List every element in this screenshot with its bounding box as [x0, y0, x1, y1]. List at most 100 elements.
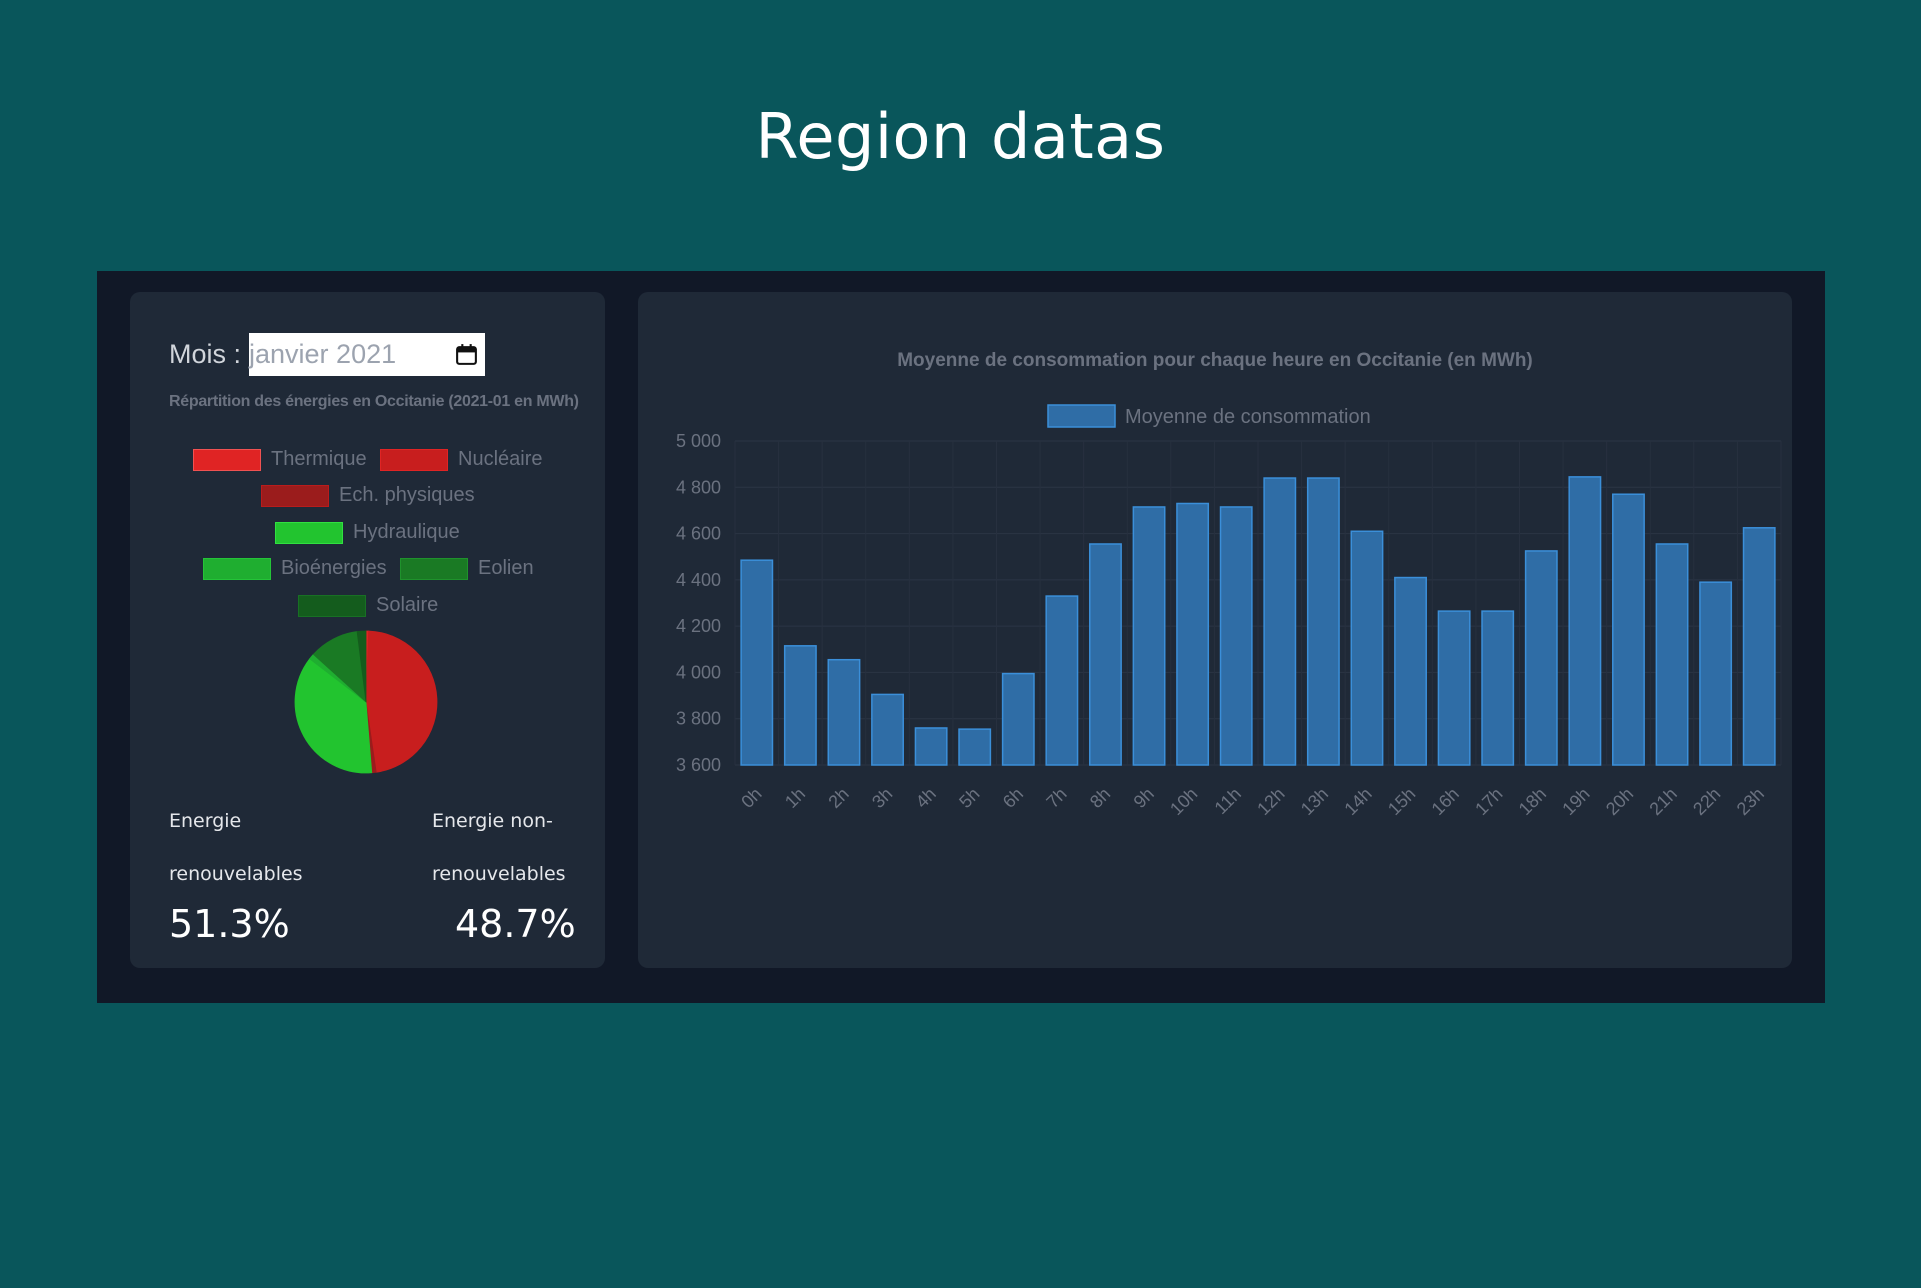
- legend-label: Bioénergies: [281, 557, 387, 579]
- y-tick-label: 4 000: [676, 662, 721, 682]
- x-tick-label: 21h: [1645, 784, 1680, 819]
- bar-19h[interactable]: [1568, 476, 1602, 766]
- x-tick-label: 4h: [912, 784, 940, 812]
- legend-swatch: [380, 448, 448, 471]
- legend-item-solaire[interactable]: Solaire: [298, 594, 438, 617]
- legend-swatch: [400, 557, 468, 580]
- legend-label: Solaire: [376, 594, 439, 616]
- bar-6h[interactable]: [1001, 672, 1035, 766]
- legend-item-eolien[interactable]: Eolien: [400, 557, 534, 580]
- bar-17h[interactable]: [1481, 610, 1515, 766]
- legend-item-bioenergies[interactable]: Bioénergies: [203, 557, 387, 580]
- x-tick-label: 2h: [824, 784, 852, 812]
- bar-18h[interactable]: [1524, 550, 1558, 766]
- legend-swatch: [203, 557, 271, 580]
- renewable-label-line2: renouvelables: [169, 863, 303, 885]
- month-input[interactable]: janvier 2021: [249, 332, 486, 376]
- legend-swatch: [275, 521, 343, 544]
- legend-label: Hydraulique: [353, 521, 460, 543]
- consumption-panel: Moyenne de consommation pour chaque heur…: [638, 292, 1792, 968]
- bar-15h[interactable]: [1394, 576, 1427, 766]
- bar-21h[interactable]: [1655, 543, 1689, 766]
- legend-item-hydraulique[interactable]: Hydraulique: [275, 521, 460, 544]
- x-tick-label: 17h: [1471, 784, 1506, 819]
- bar-7h[interactable]: [1045, 595, 1079, 766]
- y-tick-label: 3 600: [676, 755, 721, 775]
- bar-10h[interactable]: [1176, 502, 1210, 766]
- x-tick-label: 3h: [868, 784, 896, 812]
- bar-chart-title: Moyenne de consommation pour chaque heur…: [897, 350, 1533, 371]
- legend-item-nucleaire[interactable]: Nucléaire: [380, 448, 542, 471]
- x-tick-label: 7h: [1042, 784, 1070, 812]
- renewable-label-line1: Energie: [169, 810, 242, 832]
- legend-swatch: [298, 594, 366, 617]
- bar-3h[interactable]: [871, 693, 904, 766]
- month-label: Mois :: [169, 338, 242, 369]
- bar-chart-legend[interactable]: Moyenne de consommation: [1047, 404, 1371, 428]
- y-tick-label: 4 200: [676, 616, 721, 636]
- y-tick-label: 5 000: [676, 431, 721, 451]
- x-tick-label: 15h: [1384, 784, 1419, 819]
- x-tick-label: 10h: [1166, 784, 1201, 819]
- legend-swatch: [261, 484, 329, 507]
- bar-13h[interactable]: [1306, 477, 1340, 766]
- x-tick-label: 0h: [737, 784, 765, 812]
- page-title: Region datas: [755, 100, 1166, 173]
- x-tick-label: 13h: [1297, 784, 1332, 819]
- x-tick-label: 6h: [999, 784, 1027, 812]
- bar-0h[interactable]: [740, 559, 774, 766]
- bar-8h[interactable]: [1089, 543, 1122, 766]
- bar-9h[interactable]: [1132, 506, 1166, 766]
- legend-item-ech-physiques[interactable]: Ech. physiques: [261, 484, 475, 507]
- legend-item-thermique[interactable]: Thermique: [193, 448, 367, 471]
- dashboard-container: Mois : janvier 2021 Répartition des éner…: [97, 271, 1825, 1003]
- bar-22h[interactable]: [1699, 581, 1733, 766]
- legend-label: Ech. physiques: [339, 484, 475, 506]
- pie-slice-nucl-aire[interactable]: [365, 630, 438, 773]
- x-tick-label: 14h: [1340, 784, 1375, 819]
- x-tick-label: 16h: [1428, 784, 1463, 819]
- bar-4h[interactable]: [914, 727, 948, 766]
- bar-23h[interactable]: [1742, 527, 1776, 766]
- y-tick-label: 4 400: [676, 570, 721, 590]
- bar-2h[interactable]: [827, 658, 861, 766]
- y-tick-label: 4 600: [676, 524, 721, 544]
- month-input-value: janvier 2021: [249, 338, 397, 369]
- legend-label: Nucléaire: [458, 448, 543, 470]
- renewable-value: 51.3%: [169, 902, 290, 946]
- bar-16h[interactable]: [1437, 610, 1471, 766]
- nonrenewable-value: 48.7%: [455, 902, 576, 946]
- x-tick-label: 8h: [1086, 784, 1114, 812]
- x-tick-label: 1h: [781, 784, 809, 812]
- nonrenewable-label-line2: renouvelables: [432, 863, 566, 885]
- bar-1h[interactable]: [783, 645, 817, 766]
- x-tick-label: 19h: [1558, 784, 1593, 819]
- bar-14h[interactable]: [1350, 530, 1384, 766]
- x-tick-label: 22h: [1689, 784, 1724, 819]
- y-tick-label: 3 800: [676, 709, 721, 729]
- legend-label: Thermique: [271, 448, 367, 470]
- legend-label: Moyenne de consommation: [1125, 406, 1371, 428]
- energy-pie-chart[interactable]: [293, 629, 439, 775]
- bar-12h[interactable]: [1263, 477, 1297, 766]
- bar-20h[interactable]: [1612, 493, 1645, 766]
- legend-swatch: [1047, 404, 1116, 428]
- x-tick-label: 9h: [1130, 784, 1158, 812]
- x-tick-label: 23h: [1733, 784, 1768, 819]
- x-tick-label: 20h: [1602, 784, 1637, 819]
- x-tick-label: 18h: [1515, 784, 1550, 819]
- pie-chart-title: Répartition des énergies en Occitanie (2…: [169, 393, 579, 410]
- bar-5h[interactable]: [958, 728, 992, 766]
- nonrenewable-label-line1: Energie non-: [432, 810, 553, 832]
- x-tick-label: 11h: [1211, 784, 1245, 818]
- y-tick-label: 4 800: [676, 477, 721, 497]
- calendar-icon[interactable]: [454, 342, 479, 367]
- hourly-consumption-bar-chart[interactable]: Moyenne de consommation pour chaque heur…: [638, 292, 1792, 968]
- energy-mix-panel: Mois : janvier 2021 Répartition des éner…: [130, 292, 605, 968]
- x-tick-label: 5h: [955, 784, 983, 812]
- legend-swatch: [193, 448, 261, 471]
- month-filter: Mois : janvier 2021: [169, 332, 486, 376]
- legend-label: Eolien: [478, 557, 534, 579]
- bar-11h[interactable]: [1219, 506, 1253, 766]
- x-tick-label: 12h: [1253, 784, 1288, 819]
